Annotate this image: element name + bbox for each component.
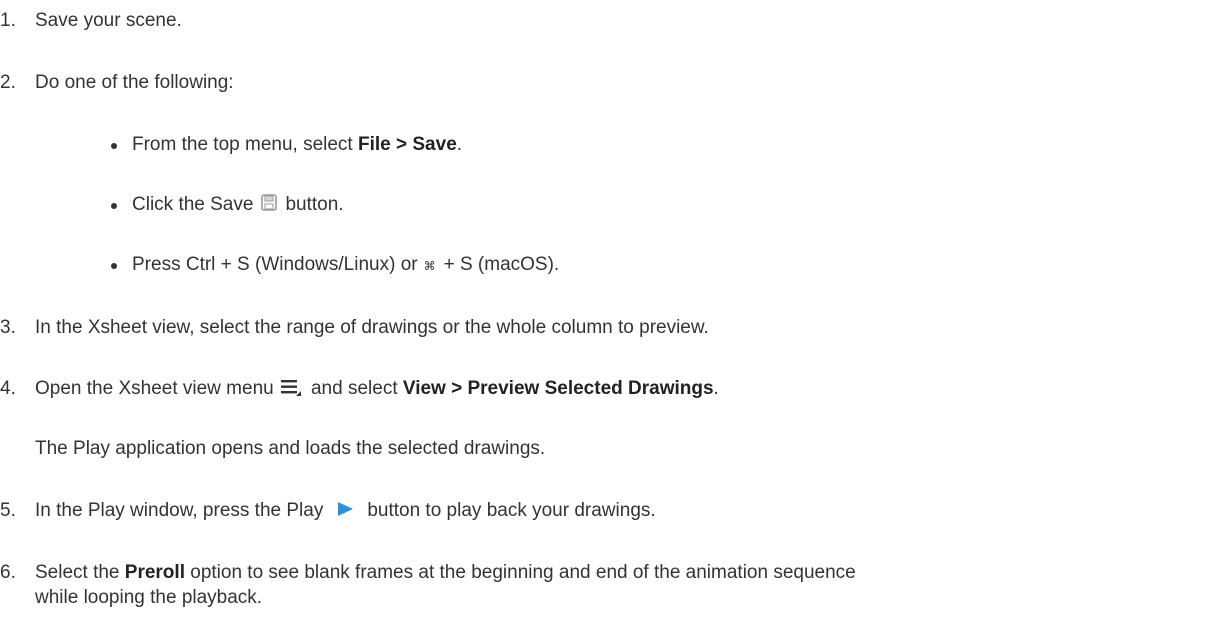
substep-text-before: Press Ctrl + S (Windows/Linux) or: [132, 254, 418, 275]
substep-text: From the top menu, select File > Save.: [132, 133, 462, 157]
step-text: In the Play window, press the Play button…: [35, 499, 656, 523]
substep-text-before: Click the Save: [132, 194, 254, 215]
command-key-icon: ⌘: [423, 259, 436, 273]
substep-text-after: button.: [285, 194, 344, 215]
step-text: In the Xsheet view, select the range of …: [35, 317, 709, 338]
substep-text: Press Ctrl + S (Windows/Linux) or ⌘ + S (m…: [132, 253, 559, 278]
substep-text-before: From the top menu, select: [132, 134, 358, 155]
play-icon: [335, 500, 355, 518]
step-text: Open the Xsheet view menu and select Vie…: [35, 377, 719, 401]
bullet: [111, 133, 121, 157]
substep-text: Click the Save button.: [132, 193, 344, 217]
bullet: [111, 253, 121, 277]
step-number: 3.: [0, 317, 16, 338]
step-number: 4.: [0, 378, 16, 399]
step-text: Select the Preroll option to see blank f…: [35, 561, 856, 585]
menu-path-file-save: File > Save: [358, 134, 457, 155]
step-text-after: option to see blank frames at the beginn…: [184, 562, 856, 583]
hamburger-menu-icon: [280, 377, 302, 397]
step-text-before: Select the: [35, 562, 125, 583]
step-number: 5.: [0, 500, 16, 521]
substep-text-after: .: [456, 134, 463, 155]
step-number: 6.: [0, 562, 16, 583]
step-text-after: .: [713, 378, 719, 399]
bullet: [111, 193, 121, 217]
menu-path-preview: View > Preview Selected Drawings: [402, 378, 714, 399]
step-text: Save your scene.: [35, 10, 182, 31]
step-text: Do one of the following:: [35, 72, 234, 93]
option-preroll: Preroll: [124, 562, 185, 583]
step-text-after: button to play back your drawings.: [367, 500, 656, 521]
substep-text-after: + S (macOS).: [443, 254, 560, 275]
step-number: 1.: [0, 10, 16, 31]
save-icon: [261, 194, 278, 212]
note-text: The Play application opens and loads the…: [35, 438, 546, 459]
step-text-mid: and select: [305, 378, 403, 399]
step-text-line2: while looping the playback.: [35, 587, 263, 608]
step-text-before: In the Play window, press the Play: [35, 500, 324, 521]
step-number: 2.: [0, 72, 16, 93]
step-text-before: Open the Xsheet view menu: [35, 378, 274, 399]
document: 1. Save your scene. 2. Do one of the fol…: [0, 0, 1214, 623]
